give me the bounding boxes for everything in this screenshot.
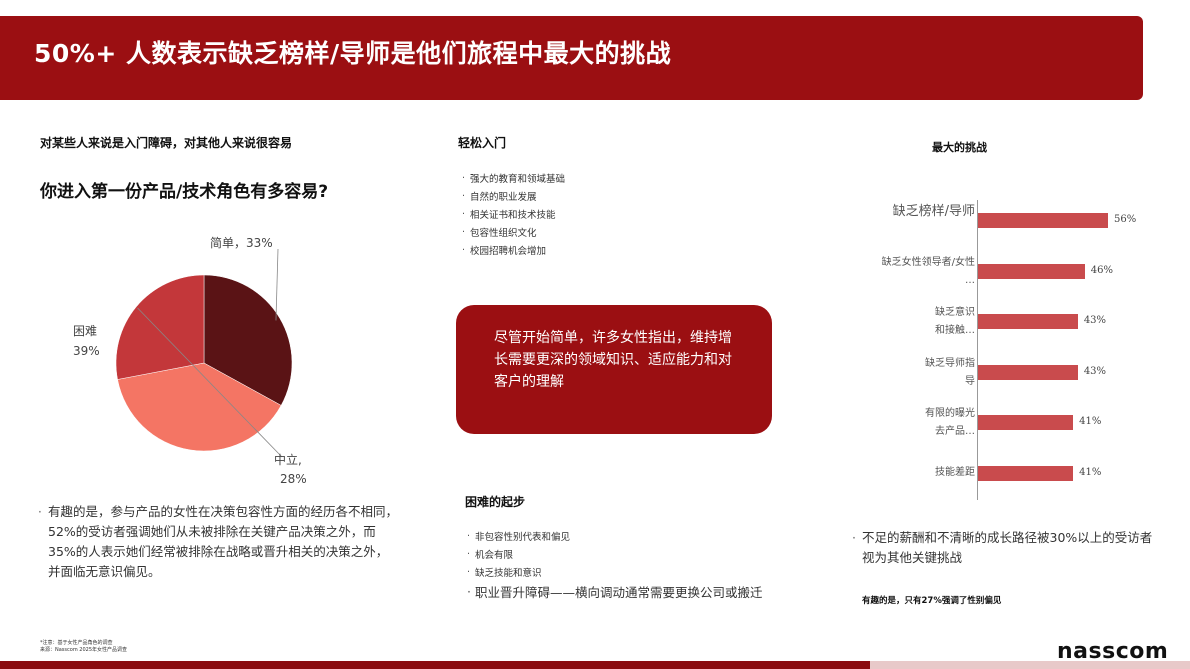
- left-note: · 有趣的是，参与产品的女性在决策包容性方面的经历各不相同，52%的受访者强调她…: [38, 502, 400, 582]
- left-note-text: 有趣的是，参与产品的女性在决策包容性方面的经历各不相同，52%的受访者强调她们从…: [48, 504, 399, 579]
- pie-value-hard: 39%: [73, 344, 100, 358]
- nasscom-logo: nasscom: [1057, 639, 1169, 664]
- easy-list: 强大的教育和领域基础 自然的职业发展 相关证书和技术技能 包容性组织文化 校园招…: [460, 170, 565, 261]
- footer-bar: [0, 661, 870, 669]
- pie-svg: [115, 248, 293, 458]
- list-item: 强大的教育和领域基础: [460, 170, 565, 189]
- list-item: 职业晋升障碍——横向调动通常需要更换公司或搬迁: [465, 582, 763, 603]
- list-item: 缺乏技能和意识: [465, 564, 763, 583]
- footnote: *注意：基于女性产品角色的调查 来源：Nasscom 2025年女性产品调查: [40, 640, 127, 654]
- bar-label-line: 去产品…: [935, 426, 975, 437]
- bar-label-line: 缺乏导师指: [925, 357, 975, 369]
- bar-row: 有限的曝光去产品… 41%: [860, 405, 1160, 445]
- list-item: 包容性组织文化: [460, 224, 565, 243]
- list-item: 校园招聘机会增加: [460, 242, 565, 261]
- right-small-note: 有趣的是，只有27%强调了性别偏见: [862, 596, 1002, 606]
- pie-leader-line: [275, 248, 279, 321]
- pie-chart: 简单，33% 困难 39% 中立, 28%: [60, 225, 360, 495]
- bar: [978, 465, 1074, 481]
- bar-label-line: 和接触…: [935, 325, 975, 336]
- list-item: 自然的职业发展: [460, 188, 565, 207]
- bar-label: 缺乏榜样/导师: [845, 203, 975, 221]
- bar-label-line: …: [965, 274, 975, 286]
- bar: [978, 263, 1085, 279]
- bar-label-line: 导: [965, 375, 975, 387]
- bullet-dot: ·: [38, 505, 42, 519]
- bar-label-line: 缺乏榜样/导师: [892, 204, 975, 219]
- bar-value-label: 43%: [1083, 315, 1107, 326]
- pie-label-neutral: 中立,: [274, 453, 302, 467]
- bar-row: 缺乏榜样/导师 56%: [860, 203, 1160, 243]
- bar: [978, 213, 1108, 228]
- bar-value-label: 56%: [1114, 214, 1137, 225]
- bar-value-label: 41%: [1079, 416, 1102, 427]
- callout-text: 尽管开始简单，许多女性指出，维持增长需要更深的领域知识、适应能力和对客户的理解: [494, 330, 732, 390]
- right-note: · 不足的薪酬和不清晰的成长路径被30%以上的受访者视为其他关键挑战: [852, 528, 1162, 568]
- bar-label: 技能差距: [845, 464, 975, 482]
- page-title: 50%+ 人数表示缺乏榜样/导师是他们旅程中最大的挑战: [34, 39, 672, 68]
- bar-chart-title: 最大的挑战: [932, 141, 987, 154]
- left-subtitle: 对某些人来说是入门障碍，对其他人来说很容易: [40, 136, 293, 150]
- title-banner: 50%+ 人数表示缺乏榜样/导师是他们旅程中最大的挑战: [0, 16, 1143, 100]
- bar-label: 缺乏意识和接触…: [845, 304, 975, 340]
- pie-slice-2: [115, 274, 205, 380]
- hard-heading: 困难的起步: [465, 495, 526, 509]
- bar-label-line: 有限的曝光: [925, 408, 975, 419]
- right-note-text: 不足的薪酬和不清晰的成长路径被30%以上的受访者视为其他关键挑战: [862, 530, 1153, 565]
- bar-row: 缺乏女性领导者/女性 … 46%: [860, 254, 1160, 294]
- left-question: 你进入第一份产品/技术角色有多容易?: [40, 182, 329, 202]
- bar-label: 有限的曝光去产品…: [845, 405, 975, 441]
- bar-label: 缺乏女性领导者/女性 …: [845, 254, 975, 290]
- footnote-line-1: *注意：基于女性产品角色的调查: [40, 640, 113, 646]
- pie-label-easy: 简单，33%: [210, 236, 273, 250]
- pie-value-neutral: 28%: [280, 472, 307, 486]
- bar-label-line: 技能差距: [935, 466, 975, 478]
- footnote-line-2: 来源：Nasscom 2025年女性产品调查: [40, 647, 128, 653]
- bar-label-line: 缺乏意识: [935, 307, 975, 318]
- bar-label: 缺乏导师指导: [845, 355, 975, 391]
- bullet-dot: ·: [852, 530, 856, 545]
- bar: [978, 415, 1074, 430]
- bar-row: 缺乏导师指导 43%: [860, 355, 1160, 395]
- bar-row: 技能差距 41%: [860, 456, 1160, 496]
- bar: [978, 364, 1078, 380]
- callout-box: 尽管开始简单，许多女性指出，维持增长需要更深的领域知识、适应能力和对客户的理解: [456, 305, 772, 434]
- bar-label-line: 缺乏女性领导者/女性: [881, 256, 975, 268]
- list-item: 机会有限: [465, 546, 763, 565]
- bar: [978, 314, 1078, 329]
- bar-value-label: 46%: [1090, 264, 1114, 276]
- hard-list: 非包容性别代表和偏见 机会有限 缺乏技能和意识 职业晋升障碍——横向调动通常需要…: [465, 528, 763, 603]
- bar-value-label: 41%: [1079, 466, 1102, 478]
- bar-value-label: 43%: [1083, 365, 1107, 377]
- list-item: 非包容性别代表和偏见: [465, 528, 763, 547]
- easy-heading: 轻松入门: [458, 136, 507, 150]
- pie-label-hard: 困难: [73, 324, 98, 338]
- bar-row: 缺乏意识和接触… 43%: [860, 304, 1160, 344]
- list-item: 相关证书和技术技能: [460, 206, 565, 225]
